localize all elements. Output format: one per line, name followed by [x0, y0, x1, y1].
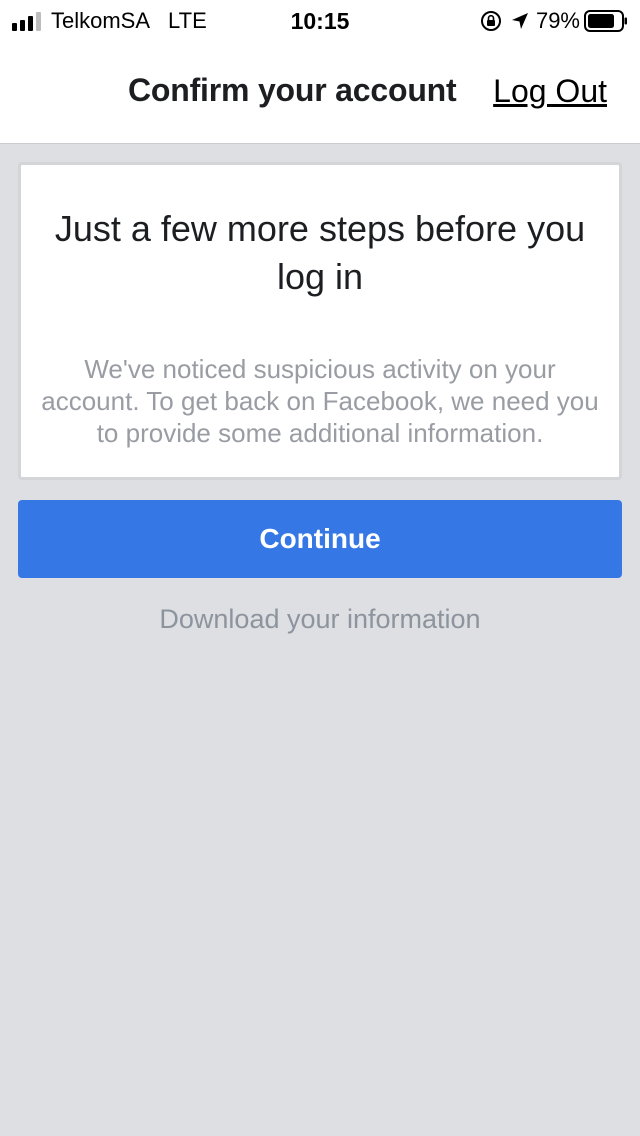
battery-percentage: 79% — [535, 8, 580, 33]
rotation-lock-icon — [480, 11, 501, 31]
status-bar-right: 79% — [480, 8, 628, 34]
location-arrow-icon — [511, 13, 528, 29]
status-bar: TelkomSA LTE 10:15 79% — [0, 0, 640, 42]
download-information-link[interactable]: Download your information — [0, 604, 640, 635]
card-message: We've noticed suspicious activity on you… — [41, 354, 599, 448]
continue-button[interactable]: Continue — [18, 500, 622, 578]
navigation-bar: Confirm your account Log Out — [0, 42, 640, 144]
battery-icon — [584, 10, 627, 32]
card-title: Just a few more steps before you log in — [54, 208, 586, 297]
info-card: Just a few more steps before you log in … — [18, 162, 622, 480]
page-title: Confirm your account — [128, 72, 457, 108]
log-out-button[interactable]: Log Out — [493, 72, 607, 110]
